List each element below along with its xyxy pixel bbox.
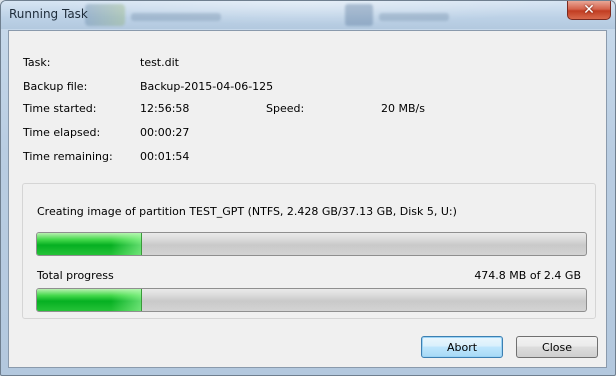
- window-close-button[interactable]: ✕: [567, 1, 611, 20]
- total-progress-fill: [37, 289, 143, 311]
- dialog-body: Task: test.dit Backup file: Backup-2015-…: [8, 30, 607, 368]
- task-value: test.dit: [140, 56, 179, 69]
- partition-progress-fill: [37, 233, 143, 255]
- abort-button[interactable]: Abort: [421, 336, 503, 358]
- background-window-ghost: [85, 4, 125, 26]
- window-title: Running Task: [9, 7, 88, 21]
- background-window-ghost: [345, 4, 373, 26]
- time-elapsed-value: 00:00:27: [140, 126, 190, 139]
- time-remaining-label: Time remaining:: [23, 150, 113, 163]
- background-window-ghost: [379, 13, 449, 21]
- time-remaining-value: 00:01:54: [140, 150, 190, 163]
- close-button[interactable]: Close: [516, 336, 598, 358]
- background-window-ghost: [131, 13, 221, 21]
- time-elapsed-label: Time elapsed:: [23, 126, 101, 139]
- running-task-dialog: Running Task ✕ Task: test.dit Backup fil…: [0, 0, 616, 376]
- total-progress-label: Total progress: [37, 269, 114, 282]
- operation-description: Creating image of partition TEST_GPT (NT…: [37, 205, 457, 218]
- backup-file-value: Backup-2015-04-06-125: [140, 80, 274, 93]
- total-progress-value: 474.8 MB of 2.4 GB: [474, 269, 581, 282]
- time-started-value: 12:56:58: [140, 102, 190, 115]
- task-label: Task:: [23, 56, 51, 69]
- speed-value: 20 MB/s: [381, 102, 425, 115]
- backup-file-label: Backup file:: [23, 80, 88, 93]
- close-icon: ✕: [583, 2, 595, 18]
- time-started-label: Time started:: [23, 102, 97, 115]
- progress-group: Creating image of partition TEST_GPT (NT…: [22, 183, 596, 319]
- total-progress-bar: [36, 288, 587, 312]
- speed-label: Speed:: [266, 102, 305, 115]
- partition-progress-bar: [36, 232, 587, 256]
- title-bar[interactable]: Running Task ✕: [1, 1, 615, 29]
